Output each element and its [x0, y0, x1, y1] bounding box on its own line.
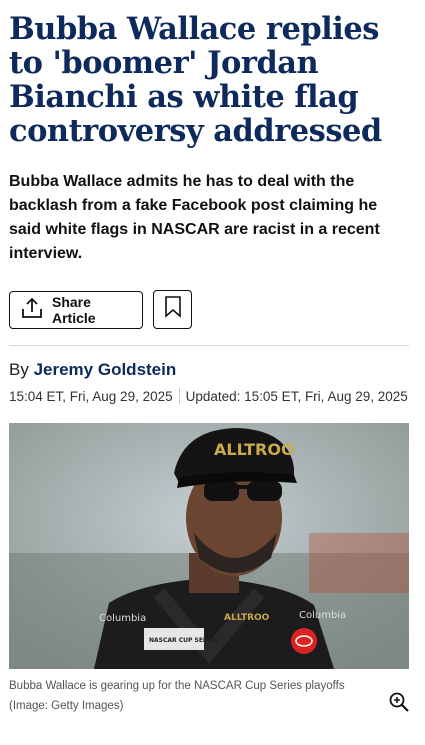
zoom-in-icon: [389, 692, 409, 716]
share-icon: [20, 297, 44, 322]
zoom-in-button[interactable]: [389, 692, 409, 717]
bookmark-button[interactable]: [153, 290, 192, 329]
published-date: 15:04 ET, Fri, Aug 29, 2025: [9, 388, 173, 404]
date-separator: [178, 388, 180, 404]
caption-row: Bubba Wallace is gearing up for the NASC…: [9, 676, 409, 717]
byline: By Jeremy Goldstein: [9, 360, 409, 380]
article-container: Bubba Wallace replies to 'boomer' Jordan…: [0, 0, 425, 717]
divider: [9, 345, 409, 346]
article-photo[interactable]: ALLTROO Columbia Columbia ALLTROO NASCAR…: [9, 423, 409, 669]
suit-logo-chest: ALLTROO: [224, 613, 270, 623]
bookmark-icon: [164, 296, 182, 323]
suit-logo-nascar: NASCAR CUP SERIES: [149, 637, 218, 644]
caption-text: Bubba Wallace is gearing up for the NASC…: [9, 680, 345, 692]
suit-logo-columbia-left: Columbia: [99, 613, 146, 624]
article-actions: Share Article: [9, 290, 409, 329]
author-link[interactable]: Jeremy Goldstein: [34, 360, 177, 379]
caption-credit: (Image: Getty Images): [9, 700, 124, 712]
updated-date: Updated: 15:05 ET, Fri, Aug 29, 2025: [185, 388, 408, 404]
suit-logo-columbia-right: Columbia: [299, 610, 346, 621]
share-article-button[interactable]: Share Article: [9, 290, 143, 329]
share-article-label: Share Article: [52, 293, 96, 326]
hat-logo-text: ALLTROO: [214, 440, 295, 459]
article-standfirst: Bubba Wallace admits he has to deal with…: [9, 173, 380, 262]
photo-caption: Bubba Wallace is gearing up for the NASC…: [9, 676, 345, 716]
byline-prefix: By: [9, 360, 29, 379]
article-headline: Bubba Wallace replies to 'boomer' Jordan…: [9, 11, 382, 149]
photo-illustration: ALLTROO Columbia Columbia ALLTROO NASCAR…: [9, 423, 409, 669]
article-dates: 15:04 ET, Fri, Aug 29, 2025 Updated: 15:…: [9, 388, 409, 404]
